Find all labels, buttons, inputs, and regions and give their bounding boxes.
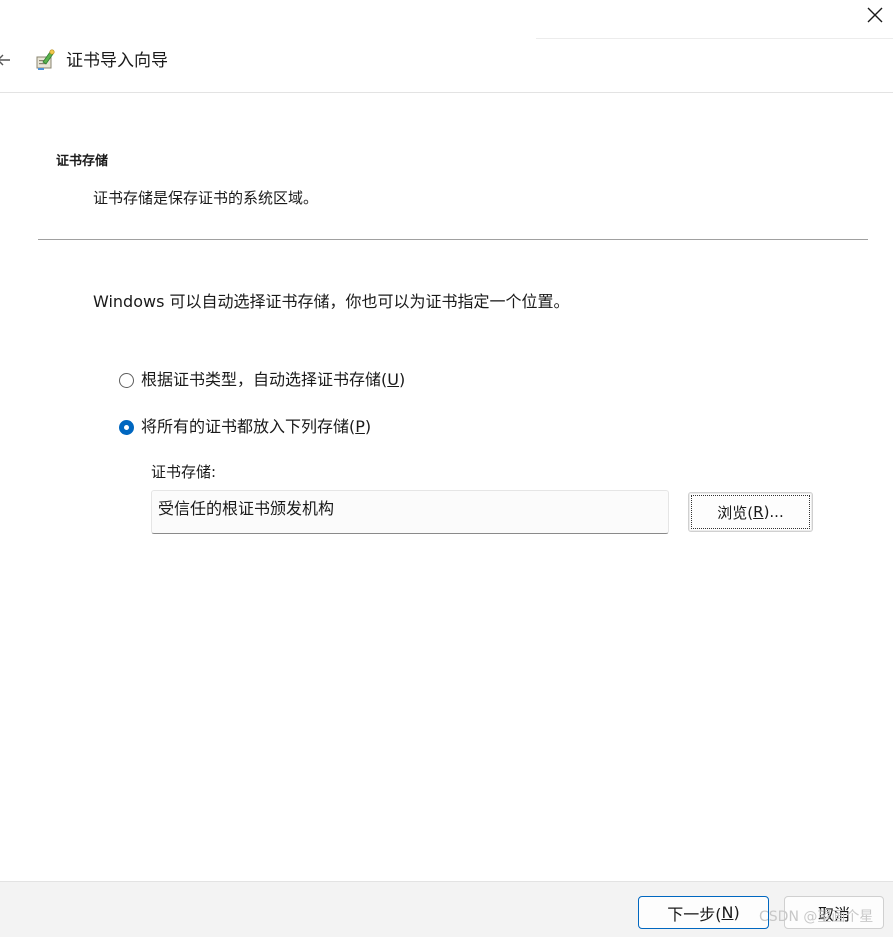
auto-select-store-radio[interactable]: 根据证书类型，自动选择证书存储(U) (119, 370, 405, 390)
certificate-wizard-icon (34, 48, 58, 72)
radio-label-auto: 根据证书类型，自动选择证书存储(U) (141, 370, 406, 389)
section-description: 证书存储是保存证书的系统区域。 (93, 189, 319, 207)
certificate-store-field[interactable]: 受信任的根证书颁发机构 (151, 490, 669, 534)
watermark: CSDN @望画个星 (759, 909, 874, 925)
place-all-certs-radio[interactable]: 将所有的证书都放入下列存储(P) (119, 417, 371, 437)
certificate-store-label: 证书存储: (151, 463, 217, 481)
radio-button-unchecked[interactable] (119, 372, 134, 388)
browse-button[interactable]: 浏览(R)... (688, 492, 813, 532)
section-title: 证书存储 (56, 154, 109, 169)
close-button[interactable] (856, 0, 893, 30)
next-button[interactable]: 下一步(N) (638, 896, 769, 929)
section-divider (38, 239, 868, 240)
back-arrow-icon[interactable] (0, 50, 14, 70)
titlebar-divider (536, 38, 893, 39)
header-separator (0, 92, 893, 93)
radio-label-place-all: 将所有的证书都放入下列存储(P) (141, 417, 372, 436)
radio-button-checked[interactable] (119, 419, 134, 435)
close-icon (867, 7, 882, 23)
intro-text: Windows 可以自动选择证书存储，你也可以为证书指定一个位置。 (93, 292, 570, 311)
wizard-title: 证书导入向导 (66, 51, 168, 71)
